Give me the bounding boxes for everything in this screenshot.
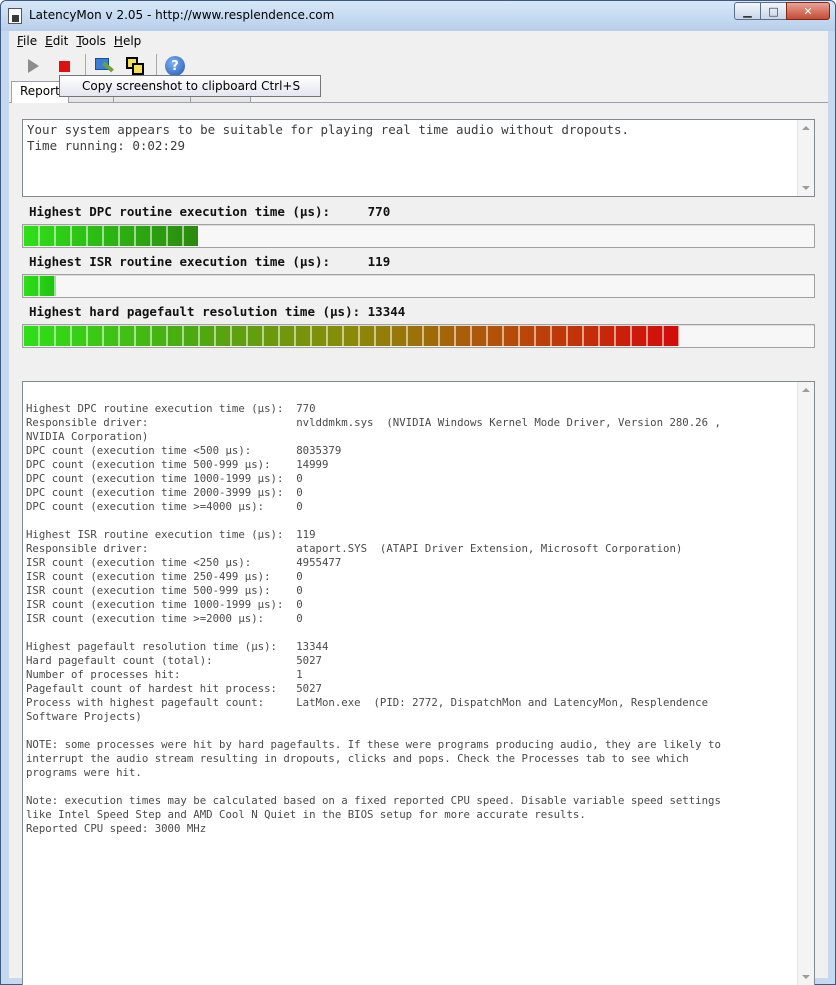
menu-file[interactable]: File [13,34,41,48]
minimize-button[interactable]: ▁ [734,2,761,20]
scroll-down-arrow-icon[interactable] [802,186,810,190]
menu-tools[interactable]: Tools [72,34,110,48]
copy-screenshot-tooltip: Copy screenshot to clipboard Ctrl+S [59,75,322,97]
report-textbox[interactable]: Highest DPC routine execution time (µs):… [22,381,815,985]
stop-icon [58,60,70,72]
status-scrollbar[interactable] [797,120,814,196]
wrench-icon [93,55,115,77]
help-icon: ? [165,56,185,76]
scroll-up-arrow-icon[interactable] [802,388,810,392]
status-line-verdict: Your system appears to be suitable for p… [27,122,630,137]
menu-bar: File Edit Tools Help [9,31,828,50]
app-icon[interactable] [8,8,22,24]
isr-meter-label: Highest ISR routine execution time (µs):… [29,254,391,269]
start-button[interactable] [19,53,47,79]
title-bar[interactable]: LatencyMon v 2.05 - http://www.resplende… [1,1,835,31]
pagefault-meter-label: Highest hard pagefault resolution time (… [29,304,406,319]
dpc-meter-label: Highest DPC routine execution time (µs):… [29,204,391,219]
app-window: LatencyMon v 2.05 - http://www.resplende… [0,0,836,985]
caption-buttons: ▁ □ ✕ [734,2,830,20]
maximize-button[interactable]: □ [760,2,787,20]
close-button[interactable]: ✕ [786,2,830,20]
dpc-meter-fill [24,226,198,246]
report-tab-panel: Your system appears to be suitable for p… [9,102,828,985]
play-icon [27,59,39,73]
copy-screenshot-icon [124,56,146,76]
report-text: Highest DPC routine execution time (µs):… [26,402,721,835]
scroll-down-arrow-icon[interactable] [802,975,810,979]
status-textbox[interactable]: Your system appears to be suitable for p… [22,119,815,197]
window-title: LatencyMon v 2.05 - http://www.resplende… [29,8,335,22]
pagefault-meter [22,324,815,348]
client-area: File Edit Tools Help ? Report Main Proce… [9,31,828,985]
scroll-up-arrow-icon[interactable] [802,126,810,130]
menu-help[interactable]: Help [110,34,145,48]
report-scrollbar[interactable] [797,382,814,985]
isr-meter [22,274,815,298]
pagefault-meter-fill [24,326,679,346]
menu-edit[interactable]: Edit [41,34,72,48]
isr-meter-fill [24,276,56,296]
dpc-meter [22,224,815,248]
status-line-time-running: Time running: 0:02:29 [27,138,186,153]
